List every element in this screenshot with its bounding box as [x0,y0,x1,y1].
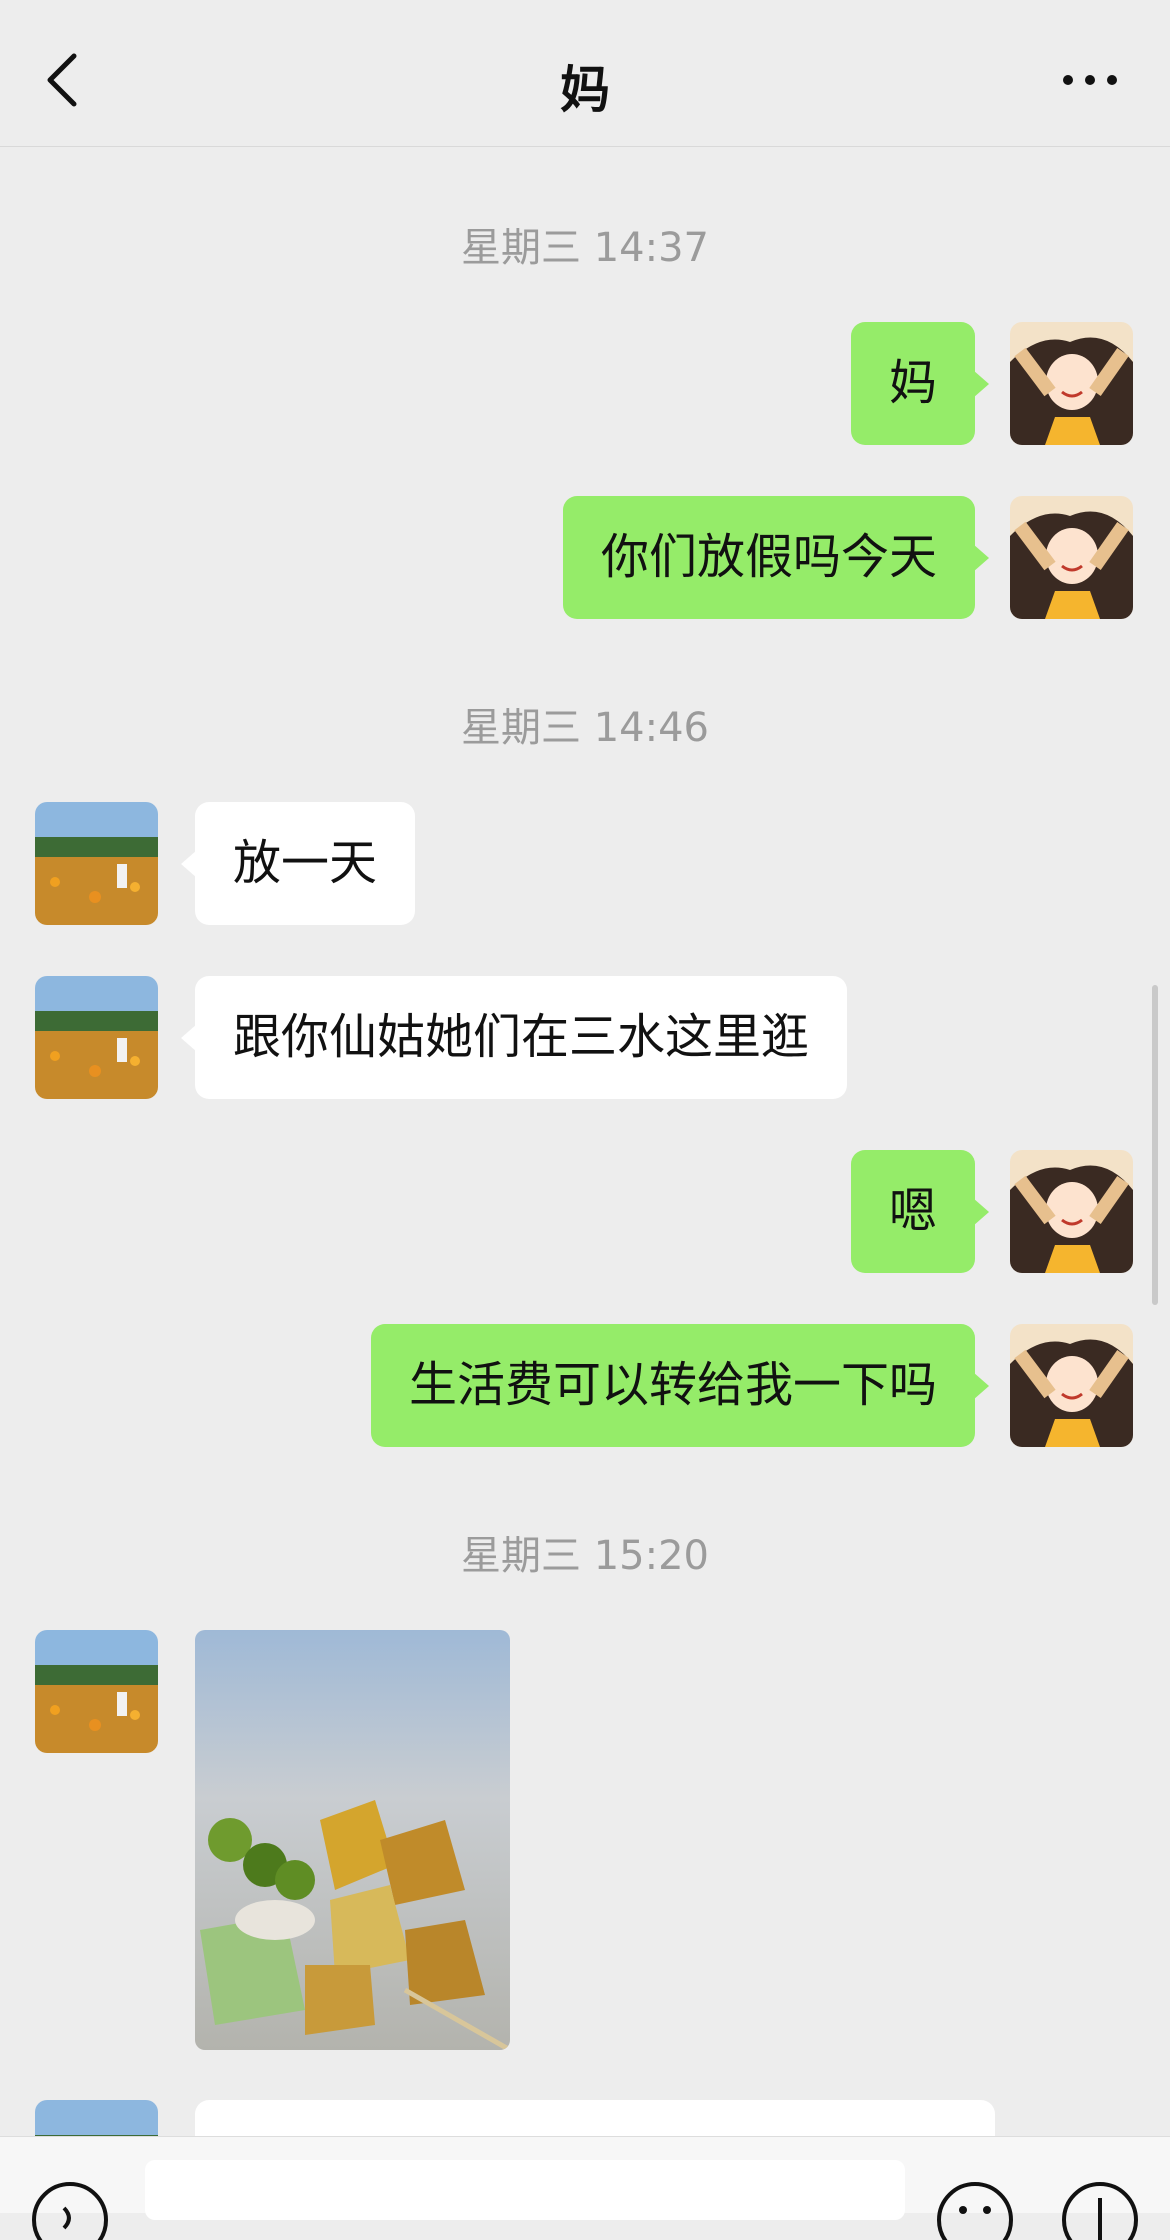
chat-title: 妈 [560,61,610,119]
message-bubble-incoming[interactable]: 放一天 [180,802,416,925]
message-bubble-outgoing[interactable]: 妈 [850,322,990,445]
contact-avatar[interactable] [35,976,158,1099]
timestamp: 星期三 14:46 [461,705,709,751]
timestamp: 星期三 15:20 [461,1533,709,1579]
more-icon[interactable] [1060,70,1120,90]
message-bubble-outgoing[interactable]: 生活费可以转给我一下吗 [370,1324,990,1447]
scrollbar[interactable] [1152,985,1158,1305]
voice-icon[interactable] [30,2180,110,2240]
flower-field-avatar-image [35,976,158,1099]
emoji-icon[interactable] [935,2180,1015,2240]
my-avatar[interactable] [1010,1324,1133,1447]
message-bubble-outgoing[interactable]: 嗯 [850,1150,990,1273]
cartoon-girl-avatar-image [1010,322,1133,445]
fruit-skewer-photo[interactable] [195,1630,510,2050]
fruit-photo-image [195,1630,510,2050]
cartoon-girl-avatar-image [1010,1150,1133,1273]
chat-header: 妈 [0,0,1170,147]
contact-avatar[interactable] [35,802,158,925]
timestamp: 星期三 14:37 [461,225,709,271]
flower-field-avatar-image [35,802,158,925]
contact-avatar[interactable] [35,1630,158,1753]
plus-icon[interactable] [1060,2180,1140,2240]
my-avatar[interactable] [1010,1150,1133,1273]
cartoon-girl-avatar-image [1010,1324,1133,1447]
my-avatar[interactable] [1010,322,1133,445]
cartoon-girl-avatar-image [1010,496,1133,619]
flower-field-avatar-image [35,1630,158,1753]
message-bubble-incoming[interactable]: 跟你仙姑她们在三水这里逛 [180,976,848,1099]
message-input[interactable] [145,2160,905,2220]
my-avatar[interactable] [1010,496,1133,619]
message-bubble-outgoing[interactable]: 你们放假吗今天 [562,496,990,619]
